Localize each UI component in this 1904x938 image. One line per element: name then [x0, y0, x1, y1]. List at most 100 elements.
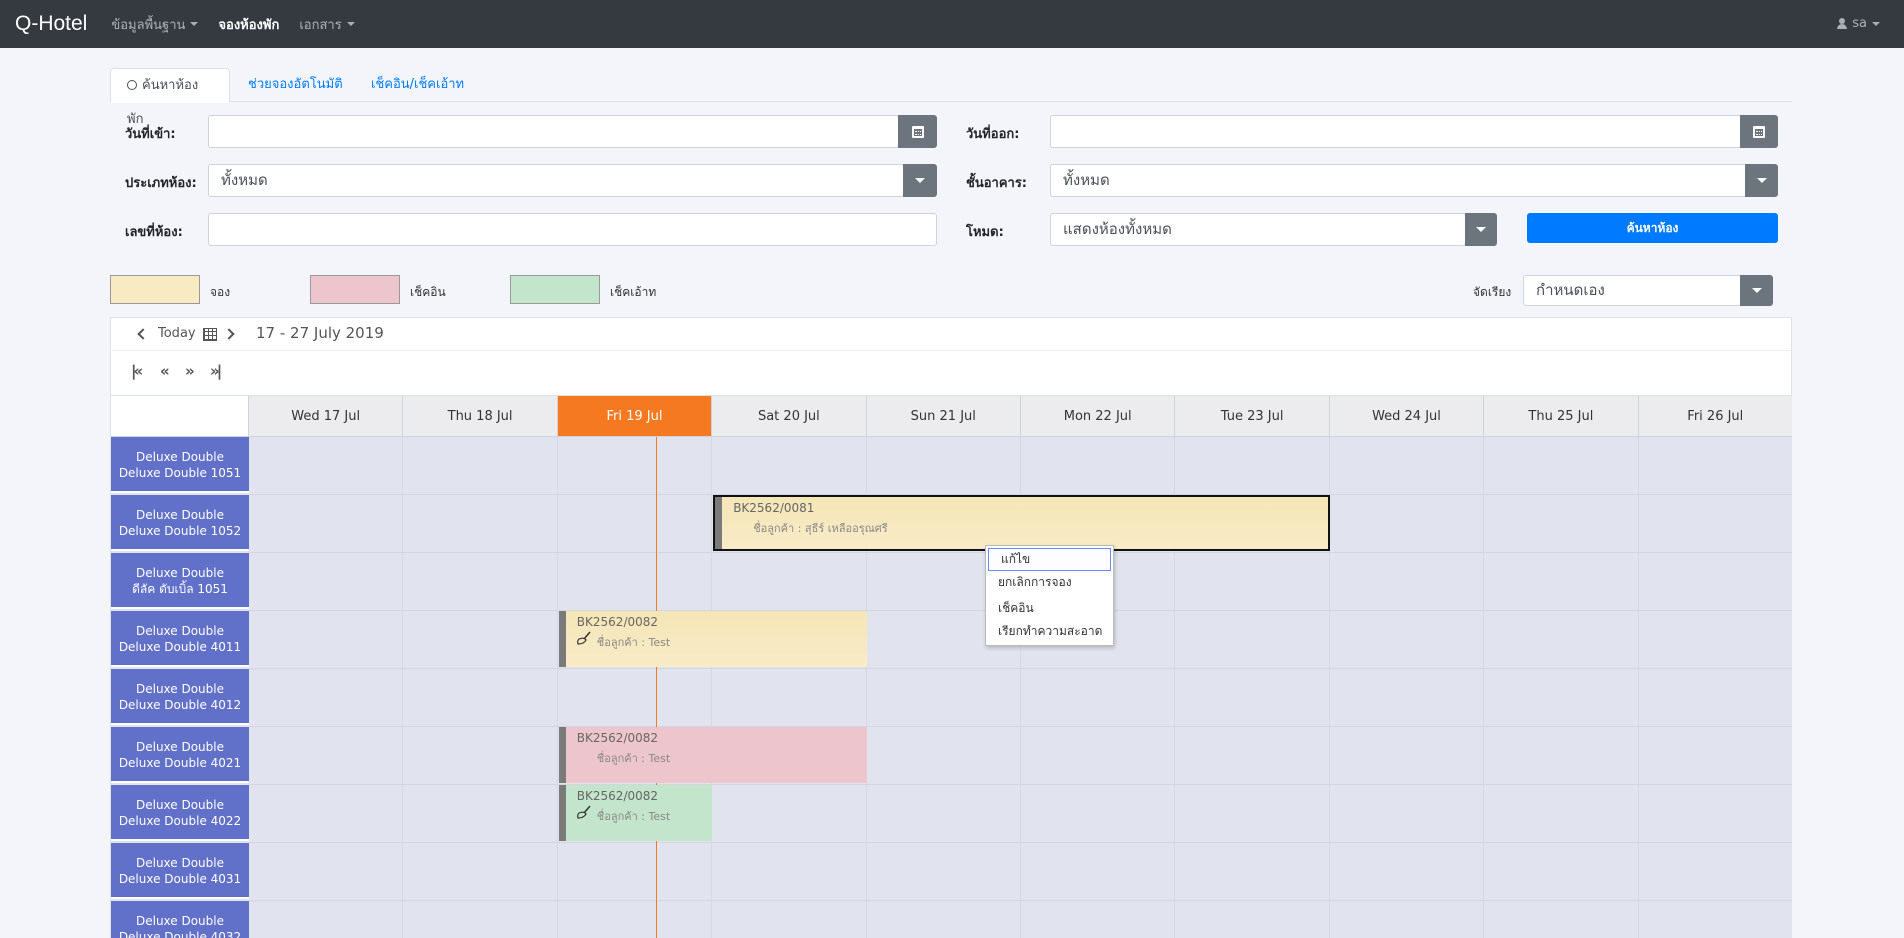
previous-page-icon[interactable]: «	[160, 362, 170, 380]
room-type-select[interactable]: ทั้งหมด	[208, 164, 904, 197]
legend-booked-swatch	[110, 275, 200, 304]
day-header: Fri 26 Jul	[1638, 396, 1792, 437]
booking-block[interactable]: BK2562/0082 ชื่อลูกค้า : Test	[558, 785, 713, 841]
room-name: Deluxe Double 4011	[118, 640, 242, 654]
booking-customer: ชื่อลูกค้า : สุธีร์ เหลืออรุณศรี	[753, 522, 888, 535]
next-page-icon[interactable]: »	[185, 362, 195, 380]
context-checkin[interactable]: เช็คอิน	[986, 598, 1113, 621]
legend-checkin-swatch	[310, 275, 400, 304]
room-name: ดีลัค ดับเบิ้ล 1051	[132, 582, 228, 596]
booking-block[interactable]: BK2562/0081 ชื่อลูกค้า : สุธีร์ เหลืออรุณ…	[713, 495, 1330, 551]
menu-booking[interactable]: จองห้องพัก	[218, 14, 279, 35]
previous-icon[interactable]	[137, 328, 149, 340]
tab-checkin-checkout[interactable]: เช็คอิน/เช็คเอ้าท	[355, 68, 480, 102]
room-row-divider	[249, 900, 1792, 901]
first-page-icon[interactable]: |«	[131, 362, 143, 380]
calendar-picker-icon[interactable]	[203, 328, 217, 341]
booking-block[interactable]: BK2562/0082 ชื่อลูกค้า : Test	[558, 727, 867, 783]
day-header: Sat 20 Jul	[712, 396, 867, 437]
room-name: Deluxe Double 4012	[118, 698, 242, 712]
day-column-divider	[1483, 437, 1485, 938]
context-request-cleaning[interactable]: เรียกทำความสะอาด	[986, 621, 1113, 644]
booking-customer: ชื่อลูกค้า : Test	[596, 636, 671, 649]
day-header: Wed 24 Jul	[1329, 396, 1485, 437]
booking-drag-handle[interactable]	[558, 611, 566, 667]
booking-code: BK2562/0082	[576, 615, 659, 629]
day-column-divider	[402, 437, 404, 938]
room-type: Deluxe Double	[135, 798, 224, 812]
booking-drag-handle[interactable]	[715, 497, 723, 549]
room-row-header: Deluxe Double Deluxe Double 4012	[111, 669, 249, 725]
scheduler-corner	[111, 396, 249, 437]
tab-search-rooms-label: ค้นหาห้องพัก	[127, 78, 199, 127]
menu-documents-label: เอกสาร	[299, 17, 342, 33]
user-name: sa	[1852, 16, 1867, 31]
booking-drag-handle[interactable]	[558, 727, 566, 783]
room-type-label: ประเภทห้อง:	[125, 176, 197, 191]
context-edit[interactable]: แก้ไข	[988, 548, 1111, 571]
menu-master-data[interactable]: ข้อมูลพื้นฐาน	[111, 14, 199, 35]
legend-checkin-label: เช็คอิน	[410, 285, 446, 299]
menu-master-data-label: ข้อมูลพื้นฐาน	[111, 17, 186, 33]
booking-code: BK2562/0082	[576, 789, 659, 803]
sort-select[interactable]: กำหนดเอง	[1523, 275, 1742, 306]
booking-block[interactable]: BK2562/0082 ชื่อลูกค้า : Test	[558, 611, 867, 667]
chevron-down-icon	[346, 22, 355, 26]
tab-auto-booking[interactable]: ช่วยจองอัตโนมัติ	[232, 68, 359, 102]
booking-drag-handle[interactable]	[558, 785, 566, 841]
calendar-icon	[1753, 125, 1765, 138]
day-column-divider	[1637, 437, 1639, 938]
sort-dropdown-button[interactable]	[1740, 275, 1773, 306]
day-header: Mon 22 Jul	[1021, 396, 1176, 437]
room-type: Deluxe Double	[135, 682, 224, 696]
day-header: Thu 25 Jul	[1484, 396, 1639, 437]
checkin-date-input[interactable]	[208, 115, 899, 148]
room-name: Deluxe Double 1052	[118, 524, 242, 538]
tab-bar: ค้นหาห้องพัก ช่วยจองอัตโนมัติ เช็คอิน/เช…	[110, 68, 1792, 127]
room-type-dropdown-button[interactable]	[903, 164, 937, 197]
mode-select[interactable]: แสดงห้องทั้งหมด	[1050, 213, 1466, 246]
day-column-divider	[556, 437, 558, 938]
sort-label: จัดเรียง	[1473, 285, 1512, 299]
legend-checkout-label: เช็คเอ้าท	[610, 285, 657, 299]
next-icon[interactable]	[223, 328, 235, 340]
menu-documents[interactable]: เอกสาร	[299, 14, 355, 35]
search-circle-icon	[127, 80, 137, 90]
checkout-date-input[interactable]	[1050, 115, 1742, 148]
user-menu[interactable]: sa	[1837, 16, 1880, 31]
room-row-header: Deluxe Double ดีลัค ดับเบิ้ล 1051	[111, 553, 249, 609]
room-type: Deluxe Double	[135, 508, 224, 522]
day-header: Tue 23 Jul	[1175, 396, 1330, 437]
day-header: Thu 18 Jul	[403, 396, 558, 437]
room-row-divider	[249, 842, 1792, 843]
today-button[interactable]: Today	[158, 326, 196, 341]
floor-select[interactable]: ทั้งหมด	[1050, 164, 1747, 197]
day-header: Sun 21 Jul	[866, 396, 1021, 437]
room-number-input[interactable]	[208, 213, 937, 246]
mode-dropdown-button[interactable]	[1465, 213, 1497, 246]
room-type: Deluxe Double	[135, 566, 224, 580]
room-name: Deluxe Double 1051	[118, 466, 242, 480]
checkin-calendar-button[interactable]	[898, 115, 937, 148]
room-type: Deluxe Double	[135, 624, 224, 638]
room-type: Deluxe Double	[135, 740, 224, 754]
room-row-divider	[249, 668, 1792, 669]
checkout-calendar-button[interactable]	[1740, 115, 1778, 148]
broom-icon	[576, 631, 591, 645]
brand-logo[interactable]: Q-Hotel	[15, 12, 87, 36]
legend-checkout-swatch	[510, 275, 600, 304]
menu-booking-label: จองห้องพัก	[218, 17, 280, 33]
search-rooms-button[interactable]: ค้นหาห้อง	[1527, 213, 1778, 243]
booking-customer: ชื่อลูกค้า : Test	[596, 810, 671, 823]
room-number-label: เลขที่ห้อง:	[125, 225, 183, 240]
context-cancel-booking[interactable]: ยกเลิกการจอง	[986, 572, 1113, 595]
tab-checkin-checkout-label: เช็คอิน/เช็คเอ้าท	[371, 77, 465, 92]
last-page-icon[interactable]: »|	[210, 362, 222, 380]
room-row-header: Deluxe Double Deluxe Double 4032	[111, 901, 249, 938]
room-scheduler: Wed 17 Jul Thu 18 Jul Fri 19 Jul Sat 20 Jul…	[110, 396, 1792, 938]
chevron-down-icon	[1751, 288, 1762, 293]
chevron-down-icon	[1476, 227, 1486, 232]
tab-search-rooms[interactable]: ค้นหาห้องพัก	[110, 68, 230, 127]
checkin-date-label: วันที่เข้า:	[125, 127, 176, 142]
floor-dropdown-button[interactable]	[1745, 164, 1778, 197]
